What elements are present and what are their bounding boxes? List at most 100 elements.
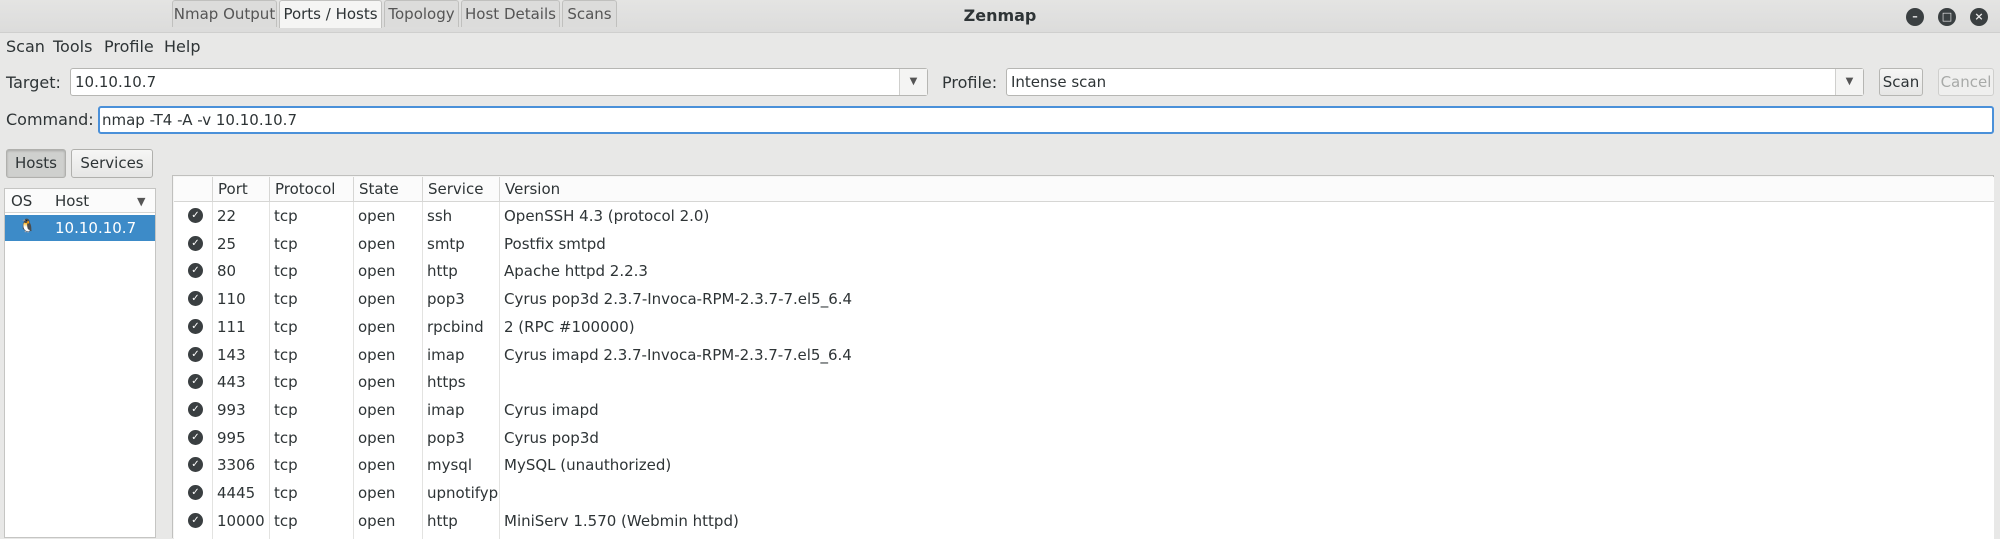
port-cell: 25 <box>217 234 237 253</box>
table-row[interactable]: ✓ 995 tcp open pop3 Cyrus pop3d <box>174 424 1994 452</box>
tab-ports-hosts[interactable]: Ports / Hosts <box>279 0 382 28</box>
port-column-header[interactable]: Port <box>212 177 269 202</box>
service-cell: smtp <box>427 234 465 253</box>
version-cell: MySQL (unauthorized) <box>504 456 672 475</box>
version-cell: OpenSSH 4.3 (protocol 2.0) <box>504 207 710 225</box>
cancel-button[interactable]: Cancel <box>1938 68 1994 96</box>
table-row[interactable]: ✓ 25 tcp open smtp Postfix smtpd <box>174 230 1994 258</box>
target-combobox[interactable]: 10.10.10.7 ▼ <box>70 68 928 96</box>
protocol-cell: tcp <box>274 373 298 392</box>
tab-topology[interactable]: Topology <box>384 0 459 27</box>
command-label: Command: <box>6 110 94 129</box>
menu-bar: Scan Tools Profile Help <box>0 34 2000 62</box>
os-column-header[interactable]: OS <box>11 192 32 210</box>
protocol-cell: tcp <box>274 428 298 447</box>
menu-scan[interactable]: Scan <box>6 37 45 56</box>
check-circle-icon: ✓ <box>188 318 203 334</box>
protocol-cell: tcp <box>274 262 298 281</box>
protocol-cell: tcp <box>274 290 298 309</box>
menu-profile[interactable]: Profile <box>104 37 154 56</box>
state-cell: open <box>358 456 396 475</box>
table-row[interactable]: ✓ 4445 tcp open upnotifyp <box>174 479 1994 507</box>
port-cell: 443 <box>217 373 246 392</box>
chevron-down-icon[interactable]: ▼ <box>899 69 927 95</box>
state-cell: open <box>358 400 396 419</box>
minimize-icon[interactable]: – <box>1906 8 1924 26</box>
command-value[interactable]: nmap -T4 -A -v 10.10.10.7 <box>102 111 297 129</box>
table-row[interactable]: ✓ 143 tcp open imap Cyrus imapd 2.3.7-Invoca-… <box>174 341 1994 369</box>
check-circle-icon: ✓ <box>188 457 203 473</box>
port-cell: 995 <box>217 428 246 447</box>
check-circle-icon: ✓ <box>188 208 203 223</box>
check-circle-icon: ✓ <box>188 401 203 417</box>
table-row[interactable]: ✓ 993 tcp open imap Cyrus imapd <box>174 396 1994 424</box>
tab-host-details[interactable]: Host Details <box>461 0 560 27</box>
check-circle-icon: ✓ <box>188 429 203 445</box>
host-row[interactable]: 🐧 10.10.10.7 <box>5 215 155 241</box>
state-column-header[interactable]: State <box>353 177 422 202</box>
port-cell: 111 <box>217 317 246 336</box>
protocol-cell: tcp <box>274 400 298 419</box>
version-column-header[interactable]: Version <box>499 177 1993 202</box>
menu-tools[interactable]: Tools <box>53 37 92 56</box>
version-cell: MiniServ 1.570 (Webmin httpd) <box>504 511 739 530</box>
state-cell: open <box>358 428 396 447</box>
version-cell: Cyrus imapd 2.3.7-Invoca-RPM-2.3.7-7.el5… <box>504 345 852 364</box>
table-row[interactable]: ✓ 443 tcp open https <box>174 368 1994 396</box>
scan-button[interactable]: Scan <box>1879 68 1923 96</box>
protocol-cell: tcp <box>274 484 298 502</box>
service-cell: rpcbind <box>427 317 484 336</box>
service-cell: mysql <box>427 456 472 475</box>
version-cell: Cyrus pop3d 2.3.7-Invoca-RPM-2.3.7-7.el5… <box>504 290 853 309</box>
profile-value[interactable]: Intense scan <box>1011 73 1106 91</box>
tab-scans[interactable]: Scans <box>562 0 617 27</box>
service-cell: ssh <box>427 207 453 225</box>
protocol-cell: tcp <box>274 345 298 364</box>
protocol-cell: tcp <box>274 207 298 225</box>
sort-chevron-icon[interactable]: ▼ <box>137 195 145 208</box>
port-cell: 110 <box>217 290 246 309</box>
menu-help[interactable]: Help <box>164 37 200 56</box>
check-circle-icon: ✓ <box>188 291 203 307</box>
port-cell: 80 <box>217 262 237 281</box>
services-toggle-button[interactable]: Services <box>71 149 153 178</box>
target-value[interactable]: 10.10.10.7 <box>75 73 156 91</box>
command-field[interactable]: nmap -T4 -A -v 10.10.10.7 <box>98 106 1994 134</box>
profile-label: Profile: <box>942 73 998 92</box>
check-circle-icon: ✓ <box>188 512 203 528</box>
service-cell: imap <box>427 400 465 419</box>
profile-combobox[interactable]: Intense scan ▼ <box>1006 68 1864 96</box>
service-cell: pop3 <box>427 428 465 447</box>
service-cell: https <box>427 373 466 392</box>
table-row[interactable]: ✓ 3306 tcp open mysql MySQL (unauthorized) <box>174 451 1994 479</box>
version-cell: Cyrus pop3d <box>504 428 599 447</box>
table-row[interactable]: ✓ 22 tcp open ssh OpenSSH 4.3 (protocol 2.0) <box>174 202 1994 230</box>
table-row[interactable]: ✓ 10000 tcp open http MiniServ 1.570 (Webmin … <box>174 507 1994 535</box>
port-cell: 3306 <box>217 456 256 475</box>
table-row[interactable]: ✓ 80 tcp open http Apache httpd 2.2.3 <box>174 257 1994 285</box>
tab-nmap-output[interactable]: Nmap Output <box>172 0 277 27</box>
check-circle-icon: ✓ <box>188 374 203 390</box>
maximize-icon[interactable]: □ <box>1938 8 1956 26</box>
host-list: OS Host ▼ 🐧 10.10.10.7 <box>4 188 156 538</box>
state-cell: open <box>358 317 396 336</box>
protocol-cell: tcp <box>274 456 298 475</box>
host-column-header[interactable]: Host <box>55 192 89 210</box>
ports-table: Port Protocol State Service Version ✓ 22 t… <box>174 177 1994 539</box>
ports-hosts-page: Port Protocol State Service Version ✓ 22 t… <box>172 175 1994 539</box>
table-row[interactable]: ✓ 110 tcp open pop3 Cyrus pop3d 2.3.7-Invoca-… <box>174 285 1994 313</box>
chevron-down-icon[interactable]: ▼ <box>1835 69 1863 95</box>
service-column-header[interactable]: Service <box>422 177 499 202</box>
state-cell: open <box>358 373 396 392</box>
protocol-column-header[interactable]: Protocol <box>269 177 353 202</box>
hosts-toggle-button[interactable]: Hosts <box>6 149 66 178</box>
table-row[interactable]: ✓ 111 tcp open rpcbind 2 (RPC #100000) <box>174 313 1994 341</box>
close-icon[interactable]: × <box>1970 8 1988 26</box>
version-cell: Cyrus imapd <box>504 400 599 419</box>
host-address[interactable]: 10.10.10.7 <box>55 219 136 237</box>
port-cell: 22 <box>217 207 237 225</box>
service-cell: imap <box>427 345 465 364</box>
protocol-cell: tcp <box>274 511 298 530</box>
port-cell: 993 <box>217 400 246 419</box>
state-cell: open <box>358 511 396 530</box>
